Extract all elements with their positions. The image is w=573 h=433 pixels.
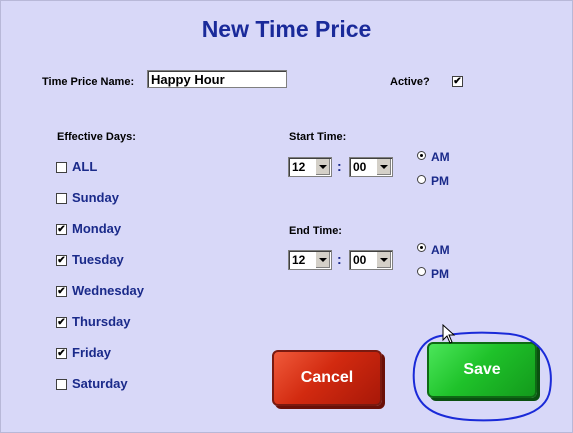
start-time-colon: : xyxy=(337,158,342,174)
end-hour-dropdown-arrow[interactable] xyxy=(315,252,330,268)
start-minute-value: 00 xyxy=(353,160,367,174)
start-hour-select[interactable]: 12 xyxy=(288,157,332,177)
end-pm-label: PM xyxy=(431,267,449,281)
day-checkbox-monday[interactable]: ✔ xyxy=(56,224,67,235)
day-label-tuesday: Tuesday xyxy=(72,252,124,267)
start-am-radio[interactable] xyxy=(417,151,426,160)
day-checkbox-thursday[interactable]: ✔ xyxy=(56,317,67,328)
day-label-wednesday: Wednesday xyxy=(72,283,145,298)
effective-days-label: Effective Days: xyxy=(57,131,136,143)
cancel-button[interactable]: Cancel xyxy=(272,350,382,406)
end-time-colon: : xyxy=(337,251,342,267)
day-checkbox-wednesday[interactable]: ✔ xyxy=(56,286,67,297)
end-hour-value: 12 xyxy=(292,253,306,267)
time-price-name-label: Time Price Name: xyxy=(42,76,135,88)
day-label-monday: Monday xyxy=(72,221,122,236)
end-time-label: End Time: xyxy=(289,225,342,237)
end-minute-value: 00 xyxy=(353,253,367,267)
day-label-sunday: Sunday xyxy=(72,190,119,205)
start-time-label: Start Time: xyxy=(289,131,347,143)
end-hour-select[interactable]: 12 xyxy=(288,250,332,270)
start-pm-label: PM xyxy=(431,174,449,188)
day-label-friday: Friday xyxy=(72,345,112,360)
start-hour-value: 12 xyxy=(292,160,306,174)
end-am-label: AM xyxy=(431,243,450,257)
time-price-name-input[interactable]: Happy Hour xyxy=(147,70,287,88)
end-minute-dropdown-arrow[interactable] xyxy=(376,252,391,268)
start-hour-dropdown-arrow[interactable] xyxy=(315,159,330,175)
annotation-circle xyxy=(412,331,552,422)
day-checkbox-sunday[interactable] xyxy=(56,193,67,204)
end-am-radio[interactable] xyxy=(417,243,426,252)
day-checkbox-friday[interactable]: ✔ xyxy=(56,348,67,359)
start-minute-dropdown-arrow[interactable] xyxy=(376,159,391,175)
day-checkbox-all[interactable] xyxy=(56,162,67,173)
end-pm-radio[interactable] xyxy=(417,267,426,276)
mouse-pointer-icon xyxy=(442,324,456,344)
day-checkbox-saturday[interactable] xyxy=(56,379,67,390)
day-label-all: ALL xyxy=(72,159,98,174)
day-label-thursday: Thursday xyxy=(72,314,131,329)
end-minute-select[interactable]: 00 xyxy=(349,250,393,270)
day-label-saturday: Saturday xyxy=(72,376,128,391)
day-checkbox-tuesday[interactable]: ✔ xyxy=(56,255,67,266)
active-label: Active? xyxy=(390,76,430,88)
active-checkbox[interactable]: ✔ xyxy=(452,76,463,87)
start-minute-select[interactable]: 00 xyxy=(349,157,393,177)
page-title: New Time Price xyxy=(201,16,372,42)
start-pm-radio[interactable] xyxy=(417,175,426,184)
start-am-label: AM xyxy=(431,150,450,164)
